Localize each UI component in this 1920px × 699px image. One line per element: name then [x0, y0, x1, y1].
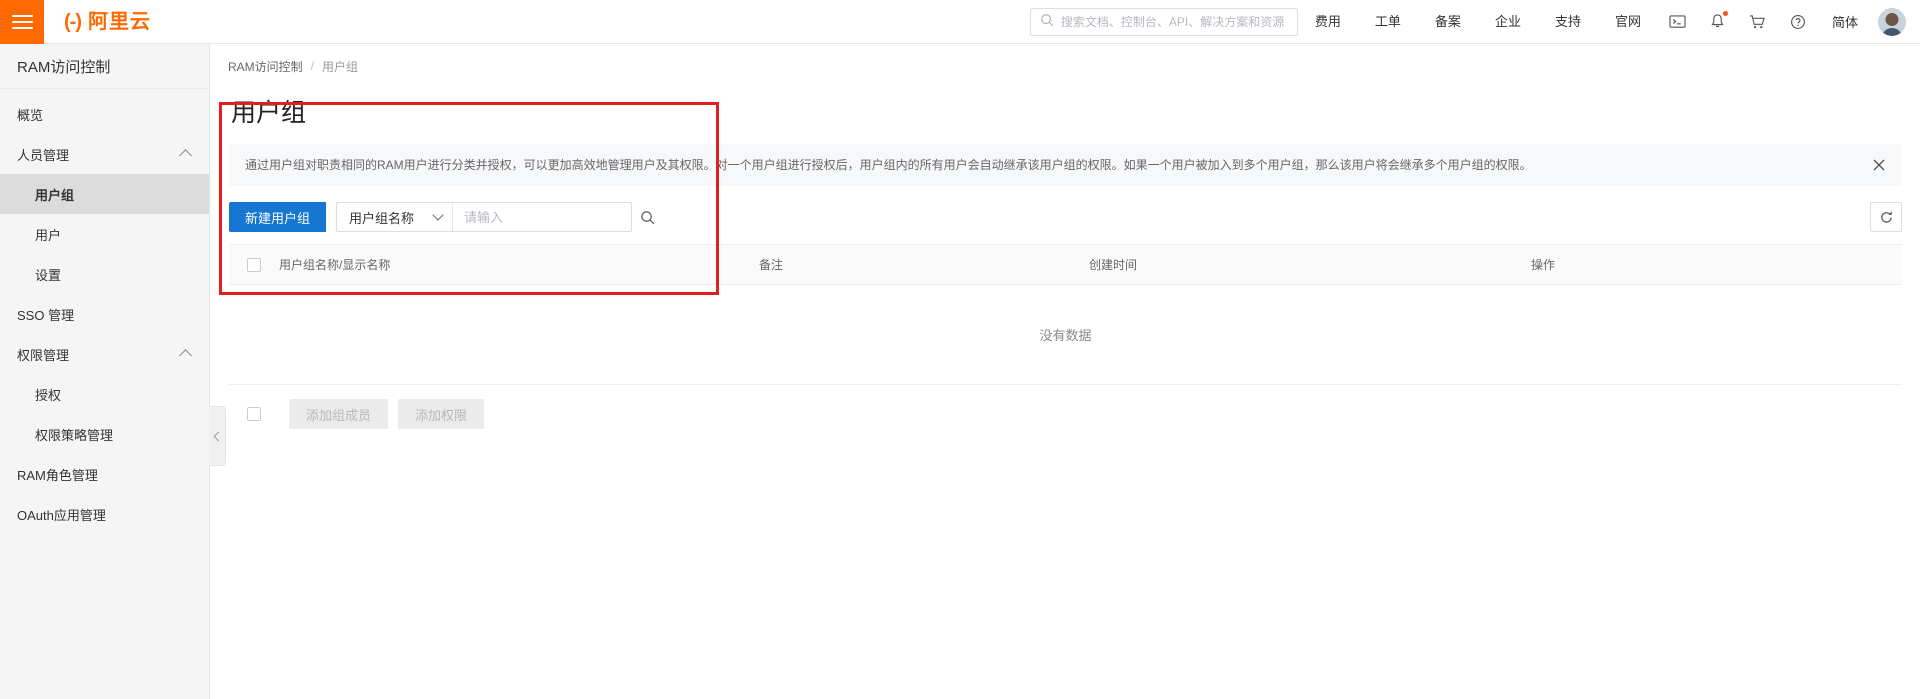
table-header-row: 用户组名称/显示名称 备注 创建时间 操作: [229, 245, 1902, 285]
sidebar-group-permissions[interactable]: 权限管理: [0, 334, 209, 374]
sidebar-item-groups[interactable]: 用户组: [0, 174, 209, 214]
table-toolbar: 新建用户组 用户组名称: [211, 186, 1920, 244]
avatar-face: [1885, 12, 1899, 26]
sidebar-item-overview[interactable]: 概览: [0, 94, 209, 134]
sidebar-item-label: 权限策略管理: [35, 427, 114, 443]
sidebar-nav-list: 概览 人员管理 用户组 用户 设置 SSO 管理 权限管理 授权 权限策略管理 …: [0, 89, 209, 534]
header-nav: 费用 工单 备案 企业 支持 官网: [1298, 0, 1658, 44]
sidebar-item-label: OAuth应用管理: [17, 507, 106, 523]
terminal-icon[interactable]: [1658, 0, 1698, 44]
column-header-note[interactable]: 备注: [759, 256, 1089, 273]
breadcrumb: RAM访问控制 / 用户组: [211, 44, 1920, 88]
sidebar-item-users[interactable]: 用户: [0, 214, 209, 254]
sidebar-item-label: 用户: [35, 227, 62, 243]
top-header: (-) 阿里云 费用 工单 备案 企业 支持 官网 简体: [0, 0, 1920, 44]
cart-icon[interactable]: [1738, 0, 1778, 44]
nav-support[interactable]: 支持: [1538, 0, 1598, 44]
search-input[interactable]: [464, 209, 641, 225]
breadcrumb-root[interactable]: RAM访问控制: [228, 58, 303, 75]
help-icon[interactable]: [1778, 0, 1818, 44]
info-banner: 通过用户组对职责相同的RAM用户进行分类并授权，可以更加高效地管理用户及其权限。…: [229, 144, 1902, 186]
hamburger-menu-icon[interactable]: [0, 0, 44, 44]
create-user-group-button[interactable]: 新建用户组: [229, 202, 327, 232]
user-avatar[interactable]: [1878, 7, 1906, 36]
aliyun-logo-mark: (-): [64, 10, 82, 33]
table-bottom-actions: 添加组成员 添加权限: [211, 385, 1920, 443]
add-permission-button[interactable]: 添加权限: [398, 399, 485, 429]
column-header-name[interactable]: 用户组名称/显示名称: [279, 256, 759, 273]
nav-fees[interactable]: 费用: [1298, 0, 1358, 44]
bottom-select-all-checkbox[interactable]: [247, 407, 261, 421]
sidebar-item-label: 设置: [35, 267, 62, 283]
chevron-up-icon: [179, 149, 192, 162]
avatar-body: [1881, 27, 1903, 36]
filter-field-value: 用户组名称: [349, 210, 415, 226]
nav-tickets[interactable]: 工单: [1358, 0, 1418, 44]
sidebar: RAM访问控制 概览 人员管理 用户组 用户 设置 SSO 管理 权限管理 授权…: [0, 44, 210, 699]
column-header-operation: 操作: [1531, 258, 1556, 272]
sidebar-item-label: 人员管理: [17, 147, 70, 163]
refresh-button[interactable]: [1870, 202, 1902, 232]
nav-website[interactable]: 官网: [1598, 0, 1658, 44]
header-icon-group: [1658, 0, 1818, 44]
sidebar-item-label: 权限管理: [17, 347, 70, 363]
chevron-down-icon: [432, 209, 444, 221]
nav-icp[interactable]: 备案: [1418, 0, 1478, 44]
sidebar-item-label: RAM角色管理: [17, 467, 98, 483]
select-all-cell: [229, 257, 279, 272]
search-icon[interactable]: [640, 210, 655, 225]
select-all-checkbox[interactable]: [247, 257, 261, 272]
sidebar-collapse-handle[interactable]: [209, 406, 226, 466]
search-filter-group: 用户组名称: [336, 202, 655, 232]
sidebar-item-oauth-apps[interactable]: OAuth应用管理: [0, 494, 209, 534]
filter-search-wrapper: [453, 203, 655, 231]
sidebar-title: RAM访问控制: [0, 44, 209, 89]
main-content: RAM访问控制 / 用户组 用户组 通过用户组对职责相同的RAM用户进行分类并授…: [211, 44, 1920, 699]
filter-field-select[interactable]: 用户组名称: [337, 203, 454, 231]
sidebar-item-settings[interactable]: 设置: [0, 254, 209, 294]
sidebar-item-label: 用户组: [35, 187, 75, 203]
nav-enterprise[interactable]: 企业: [1478, 0, 1538, 44]
sidebar-item-label: 概览: [17, 107, 44, 123]
user-group-table: 用户组名称/显示名称 备注 创建时间 操作 没有数据: [229, 244, 1902, 385]
breadcrumb-separator: /: [310, 59, 315, 73]
page-title: 用户组: [231, 99, 307, 127]
sidebar-group-identities[interactable]: 人员管理: [0, 134, 209, 174]
close-icon[interactable]: [1870, 156, 1888, 174]
sidebar-item-label: SSO 管理: [17, 307, 75, 323]
column-header-created-time[interactable]: 创建时间: [1089, 256, 1439, 273]
global-search-input[interactable]: [1060, 14, 1288, 29]
aliyun-logo-text: 阿里云: [87, 10, 151, 33]
chevron-left-icon: [213, 431, 224, 441]
sidebar-item-roles[interactable]: RAM角色管理: [0, 454, 209, 494]
info-banner-text: 通过用户组对职责相同的RAM用户进行分类并授权，可以更加高效地管理用户及其权限。…: [245, 158, 1532, 172]
brand-logo[interactable]: (-) 阿里云: [64, 12, 151, 32]
sidebar-item-policies[interactable]: 权限策略管理: [0, 414, 209, 454]
sidebar-item-sso[interactable]: SSO 管理: [0, 294, 209, 334]
global-search-box[interactable]: [1029, 7, 1298, 36]
chevron-up-icon: [179, 349, 192, 362]
table-empty-state: 没有数据: [229, 285, 1902, 385]
search-icon: [1040, 13, 1054, 30]
bottom-select-all-cell: [229, 407, 279, 421]
notification-badge-dot: [1722, 10, 1728, 16]
language-switcher[interactable]: 简体: [1818, 12, 1872, 31]
add-group-member-button[interactable]: 添加组成员: [289, 399, 389, 429]
sidebar-item-grants[interactable]: 授权: [0, 374, 209, 414]
breadcrumb-current: 用户组: [322, 59, 359, 74]
bell-icon[interactable]: [1698, 0, 1738, 44]
sidebar-item-label: 授权: [35, 387, 62, 403]
